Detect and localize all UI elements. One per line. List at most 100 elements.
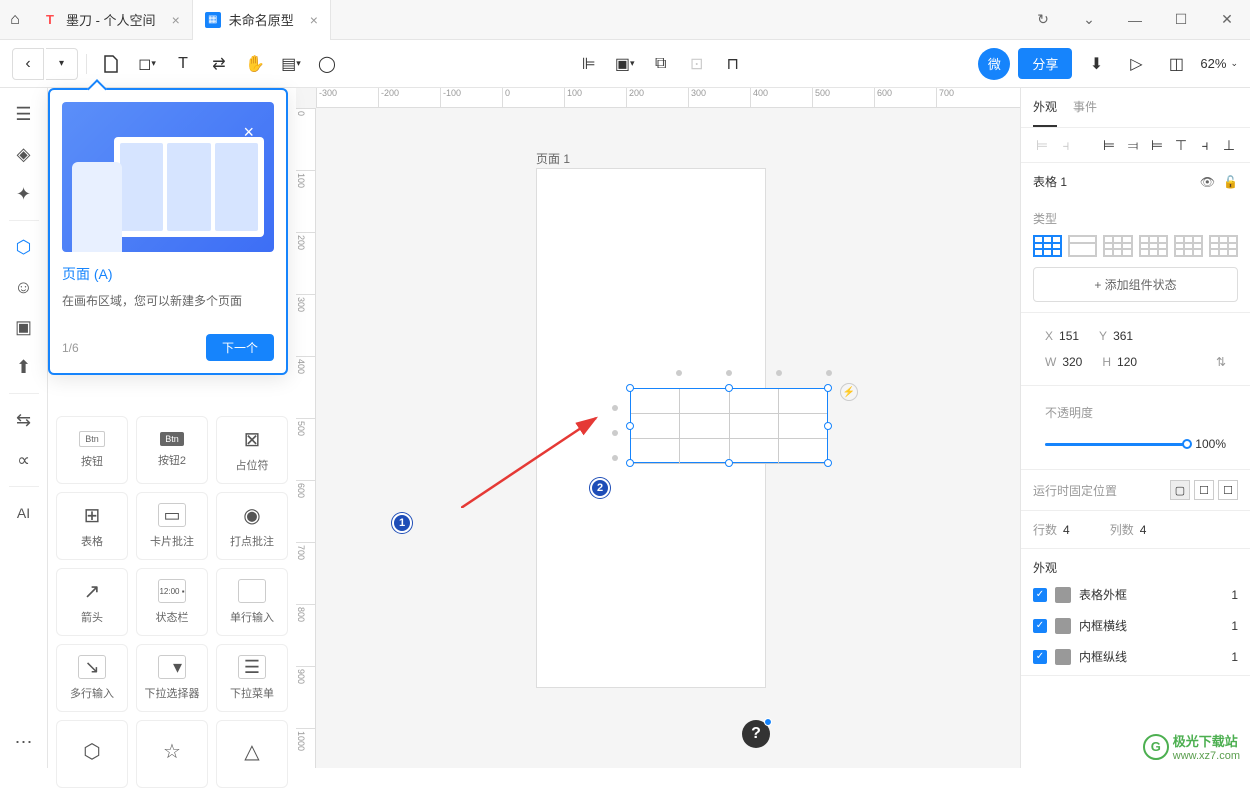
chevron-down-icon[interactable]: ⌄ bbox=[1066, 0, 1112, 40]
resize-handle[interactable] bbox=[626, 459, 634, 467]
align-m-icon[interactable]: ⫞ bbox=[1196, 136, 1214, 154]
image-icon[interactable]: ▣ bbox=[6, 309, 42, 345]
resize-handle[interactable] bbox=[824, 459, 832, 467]
resize-handle[interactable] bbox=[725, 384, 733, 392]
tab-workspace[interactable]: T 墨刀 - 个人空间 × bbox=[30, 0, 193, 40]
component-dropdown[interactable]: ☰下拉菜单 bbox=[216, 644, 288, 712]
share-link-icon[interactable]: ∝ bbox=[6, 442, 42, 478]
component-triangle[interactable]: △ bbox=[216, 720, 288, 788]
component-hexagon[interactable]: ⬡ bbox=[56, 720, 128, 788]
align-left-icon[interactable]: ⊨ bbox=[1033, 136, 1051, 154]
download-icon[interactable]: ⬇ bbox=[1080, 48, 1112, 80]
resize-handle[interactable] bbox=[626, 422, 634, 430]
w-value[interactable]: 320 bbox=[1062, 355, 1082, 369]
frame-tool[interactable]: ◻ ▾ bbox=[131, 48, 163, 80]
component-arrow[interactable]: ↗箭头 bbox=[56, 568, 128, 636]
close-icon[interactable]: × bbox=[172, 12, 180, 28]
align-t-icon[interactable]: ⊤ bbox=[1172, 136, 1190, 154]
cols-value[interactable]: 4 bbox=[1140, 523, 1147, 537]
eye-icon[interactable]: 👁 bbox=[1200, 175, 1215, 189]
resize-handle[interactable] bbox=[824, 422, 832, 430]
resize-handle[interactable] bbox=[725, 459, 733, 467]
align-l-icon[interactable]: ⊨ bbox=[1100, 136, 1118, 154]
align-distribute-icon[interactable]: ▣ ▾ bbox=[609, 48, 641, 80]
emoji-icon[interactable]: ☺ bbox=[6, 269, 42, 305]
component-statusbar[interactable]: 12:00 ▪状态栏 bbox=[136, 568, 208, 636]
fix-option[interactable]: ▢ bbox=[1170, 480, 1190, 500]
x-value[interactable]: 151 bbox=[1059, 329, 1079, 343]
page-tool[interactable] bbox=[95, 48, 127, 80]
opacity-slider[interactable] bbox=[1045, 443, 1187, 446]
assets-icon[interactable]: ✦ bbox=[6, 176, 42, 212]
maximize-button[interactable]: ☐ bbox=[1158, 0, 1204, 40]
close-icon[interactable]: × bbox=[243, 122, 254, 143]
type-option[interactable] bbox=[1209, 235, 1238, 257]
hand-tool[interactable]: ✋ bbox=[239, 48, 271, 80]
close-button[interactable]: ✕ bbox=[1204, 0, 1250, 40]
combine-icon[interactable]: ⊡ bbox=[681, 48, 713, 80]
h-value[interactable]: 120 bbox=[1117, 355, 1137, 369]
color-swatch[interactable] bbox=[1055, 649, 1071, 665]
border-value[interactable]: 1 bbox=[1231, 650, 1238, 664]
align-b-icon[interactable]: ⊥ bbox=[1220, 136, 1238, 154]
checkbox[interactable]: ✓ bbox=[1033, 619, 1047, 633]
add-state-button[interactable]: + 添加组件状态 bbox=[1033, 267, 1238, 302]
lock-ratio-icon[interactable]: ⇅ bbox=[1216, 355, 1226, 369]
component-textarea[interactable]: ↘多行输入 bbox=[56, 644, 128, 712]
help-button[interactable]: ? bbox=[742, 720, 770, 748]
group-icon[interactable]: ⧉ bbox=[645, 48, 677, 80]
align-r-icon[interactable]: ⊨ bbox=[1148, 136, 1166, 154]
type-option[interactable] bbox=[1174, 235, 1203, 257]
layers-icon[interactable]: ◈ bbox=[6, 136, 42, 172]
y-value[interactable]: 361 bbox=[1113, 329, 1133, 343]
back-button[interactable]: ‹ bbox=[12, 48, 44, 80]
checkbox[interactable]: ✓ bbox=[1033, 588, 1047, 602]
share-button[interactable]: 分享 bbox=[1018, 48, 1072, 79]
ai-icon[interactable]: AI bbox=[6, 495, 42, 531]
align-c-icon[interactable]: ⫤ bbox=[1124, 136, 1142, 154]
rows-value[interactable]: 4 bbox=[1063, 523, 1070, 537]
layout-icon[interactable]: ◫ bbox=[1160, 48, 1192, 80]
selected-table[interactable] bbox=[630, 388, 828, 463]
align-center-icon[interactable]: ⫞ bbox=[1057, 136, 1075, 154]
component-placeholder[interactable]: ⊠占位符 bbox=[216, 416, 288, 484]
lock-icon[interactable]: 🔓 bbox=[1223, 175, 1238, 189]
note-tool[interactable]: ▤ ▾ bbox=[275, 48, 307, 80]
unlock-icon[interactable]: ⊓ bbox=[717, 48, 749, 80]
flow-icon[interactable]: ⇆ bbox=[6, 402, 42, 438]
canvas-area[interactable]: -300-200-1000100200300400500600700 01002… bbox=[296, 88, 1020, 768]
opacity-value[interactable]: 100% bbox=[1195, 437, 1226, 451]
align-left-icon[interactable]: ⊫ bbox=[573, 48, 605, 80]
type-option[interactable] bbox=[1033, 235, 1062, 257]
fix-option[interactable]: ☐ bbox=[1194, 480, 1214, 500]
minimize-button[interactable]: — bbox=[1112, 0, 1158, 40]
comment-tool[interactable]: ◯ bbox=[311, 48, 343, 80]
components-icon[interactable]: ⬡ bbox=[6, 229, 42, 265]
component-button[interactable]: Btn按钮 bbox=[56, 416, 128, 484]
outline-icon[interactable]: ☰ bbox=[6, 96, 42, 132]
refresh-icon[interactable]: ↻ bbox=[1020, 0, 1066, 40]
component-star[interactable]: ☆ bbox=[136, 720, 208, 788]
next-button[interactable]: 下一个 bbox=[206, 334, 274, 361]
link-tool[interactable]: ⇄ bbox=[203, 48, 235, 80]
play-icon[interactable]: ▷ bbox=[1120, 48, 1152, 80]
color-swatch[interactable] bbox=[1055, 587, 1071, 603]
upload-icon[interactable]: ⬆ bbox=[6, 349, 42, 385]
more-icon[interactable]: ⋯ bbox=[6, 724, 42, 760]
type-option[interactable] bbox=[1139, 235, 1168, 257]
type-option[interactable] bbox=[1068, 235, 1097, 257]
color-swatch[interactable] bbox=[1055, 618, 1071, 634]
tab-appearance[interactable]: 外观 bbox=[1033, 88, 1057, 127]
zoom-control[interactable]: 62% ⌄ bbox=[1200, 56, 1238, 71]
lightning-icon[interactable]: ⚡ bbox=[840, 383, 858, 401]
wei-button[interactable]: 微 bbox=[978, 48, 1010, 80]
type-option[interactable] bbox=[1103, 235, 1132, 257]
component-input[interactable]: 单行输入 bbox=[216, 568, 288, 636]
border-value[interactable]: 1 bbox=[1231, 588, 1238, 602]
component-table[interactable]: ⊞表格 bbox=[56, 492, 128, 560]
text-tool[interactable]: T bbox=[167, 48, 199, 80]
checkbox[interactable]: ✓ bbox=[1033, 650, 1047, 664]
component-point-note[interactable]: ◉打点批注 bbox=[216, 492, 288, 560]
resize-handle[interactable] bbox=[824, 384, 832, 392]
tab-prototype[interactable]: ▦ 未命名原型 × bbox=[193, 0, 331, 40]
